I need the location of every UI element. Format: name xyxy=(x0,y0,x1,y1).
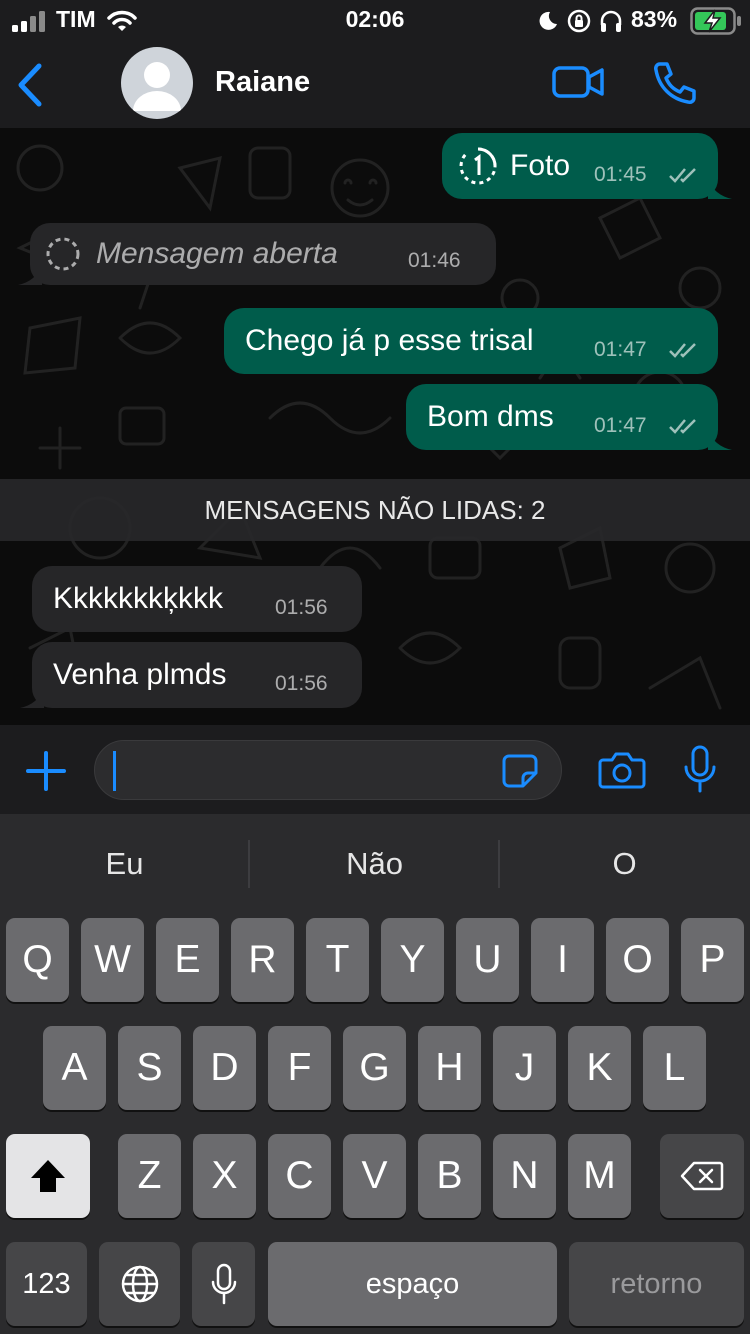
microphone-icon xyxy=(211,1263,236,1305)
keyboard: Eu Não O Q W E R T Y U I O P A S D F G H… xyxy=(0,814,750,1334)
globe-icon xyxy=(121,1265,158,1303)
message-time: 01:56 xyxy=(275,596,328,619)
camera-icon[interactable] xyxy=(598,751,646,789)
double-check-icon xyxy=(669,419,696,434)
message-time: 01:47 xyxy=(594,338,647,361)
backspace-key[interactable] xyxy=(660,1134,744,1218)
message-text: Chego já p esse trisal xyxy=(245,324,534,357)
back-chevron-icon[interactable] xyxy=(14,62,48,108)
moon-icon xyxy=(539,11,557,30)
chat-area[interactable]: Foto 01:45 Mensagem aberta 01:46 Chego j… xyxy=(0,128,750,725)
key-l[interactable]: L xyxy=(643,1026,706,1110)
space-key[interactable]: espaço xyxy=(268,1242,557,1326)
text-caret xyxy=(113,751,116,791)
key-p[interactable]: P xyxy=(681,918,744,1002)
key-o[interactable]: O xyxy=(606,918,669,1002)
key-i[interactable]: I xyxy=(531,918,594,1002)
key-f[interactable]: F xyxy=(268,1026,331,1110)
status-bar: TIM 02:06 83% xyxy=(0,0,750,42)
key-s[interactable]: S xyxy=(118,1026,181,1110)
suggestion-3[interactable]: O xyxy=(500,836,749,892)
bubble-tail xyxy=(708,430,732,450)
key-d[interactable]: D xyxy=(193,1026,256,1110)
double-check-icon xyxy=(669,168,696,183)
dictation-key[interactable] xyxy=(192,1242,255,1326)
message-input[interactable] xyxy=(94,740,562,800)
suggestion-1[interactable]: Eu xyxy=(0,836,249,892)
predictive-suggestions: Eu Não O xyxy=(0,836,750,892)
key-q[interactable]: Q xyxy=(6,918,69,1002)
message-time: 01:56 xyxy=(275,672,328,695)
message-composer xyxy=(0,725,750,814)
key-r[interactable]: R xyxy=(231,918,294,1002)
message-text: Venha plmds xyxy=(53,658,227,691)
message-bubble-outgoing[interactable]: Chego já p esse trisal 01:47 xyxy=(224,308,718,374)
backspace-icon xyxy=(680,1161,724,1191)
rotation-lock-icon xyxy=(567,9,591,33)
unread-messages-divider: MENSAGENS NÃO LIDAS: 2 xyxy=(0,479,750,541)
message-bubble-incoming[interactable]: Mensagem aberta 01:46 xyxy=(18,223,496,285)
bubble-tail xyxy=(708,179,732,199)
opened-view-once-icon xyxy=(46,237,80,271)
message-bubble-outgoing[interactable]: Bom dms 01:47 xyxy=(406,384,732,450)
key-w[interactable]: W xyxy=(81,918,144,1002)
key-e[interactable]: E xyxy=(156,918,219,1002)
phone-call-icon[interactable] xyxy=(651,60,697,106)
key-n[interactable]: N xyxy=(493,1134,556,1218)
key-b[interactable]: B xyxy=(418,1134,481,1218)
microphone-icon[interactable] xyxy=(683,745,717,793)
key-g[interactable]: G xyxy=(343,1026,406,1110)
plus-icon[interactable] xyxy=(24,749,68,793)
key-c[interactable]: C xyxy=(268,1134,331,1218)
person-icon xyxy=(133,62,181,111)
key-k[interactable]: K xyxy=(568,1026,631,1110)
message-bubble-outgoing[interactable]: Foto 01:45 xyxy=(442,133,732,199)
message-time: 01:47 xyxy=(594,414,647,437)
numbers-key[interactable]: 123 xyxy=(6,1242,87,1326)
key-u[interactable]: U xyxy=(456,918,519,1002)
sticker-icon[interactable] xyxy=(501,753,539,789)
key-j[interactable]: J xyxy=(493,1026,556,1110)
message-text: Kkkkkkkķkkk xyxy=(53,582,224,615)
view-once-icon xyxy=(459,147,497,185)
battery-percentage: 83% xyxy=(631,6,678,32)
key-x[interactable]: X xyxy=(193,1134,256,1218)
bubble-tail xyxy=(18,265,42,285)
shift-key[interactable] xyxy=(6,1134,90,1218)
suggestion-2[interactable]: Não xyxy=(250,836,499,892)
key-t[interactable]: T xyxy=(306,918,369,1002)
headphones-icon xyxy=(600,10,622,32)
message-text: Bom dms xyxy=(427,400,554,433)
key-h[interactable]: H xyxy=(418,1026,481,1110)
shift-arrow-icon xyxy=(31,1160,65,1192)
message-bubble-incoming[interactable]: Venha plmds 01:56 xyxy=(20,642,362,708)
message-time: 01:46 xyxy=(408,249,461,272)
key-v[interactable]: V xyxy=(343,1134,406,1218)
key-y[interactable]: Y xyxy=(381,918,444,1002)
double-check-icon xyxy=(669,343,696,358)
message-bubble-incoming[interactable]: Kkkkkkkķkkk 01:56 xyxy=(32,566,362,632)
key-z[interactable]: Z xyxy=(118,1134,181,1218)
top-bar: TIM 02:06 83% Raiane xyxy=(0,0,750,128)
message-text: Mensagem aberta xyxy=(96,237,338,270)
message-time: 01:45 xyxy=(594,163,647,186)
battery-charging-icon xyxy=(690,7,741,35)
chat-header: Raiane xyxy=(0,42,750,128)
key-m[interactable]: M xyxy=(568,1134,631,1218)
message-text: Foto xyxy=(510,149,571,182)
key-a[interactable]: A xyxy=(43,1026,106,1110)
bubble-tail xyxy=(20,688,44,708)
globe-key[interactable] xyxy=(99,1242,180,1326)
contact-avatar[interactable] xyxy=(121,47,193,119)
return-key[interactable]: retorno xyxy=(569,1242,744,1326)
contact-name[interactable]: Raiane xyxy=(215,66,310,99)
video-call-icon[interactable] xyxy=(551,62,605,102)
